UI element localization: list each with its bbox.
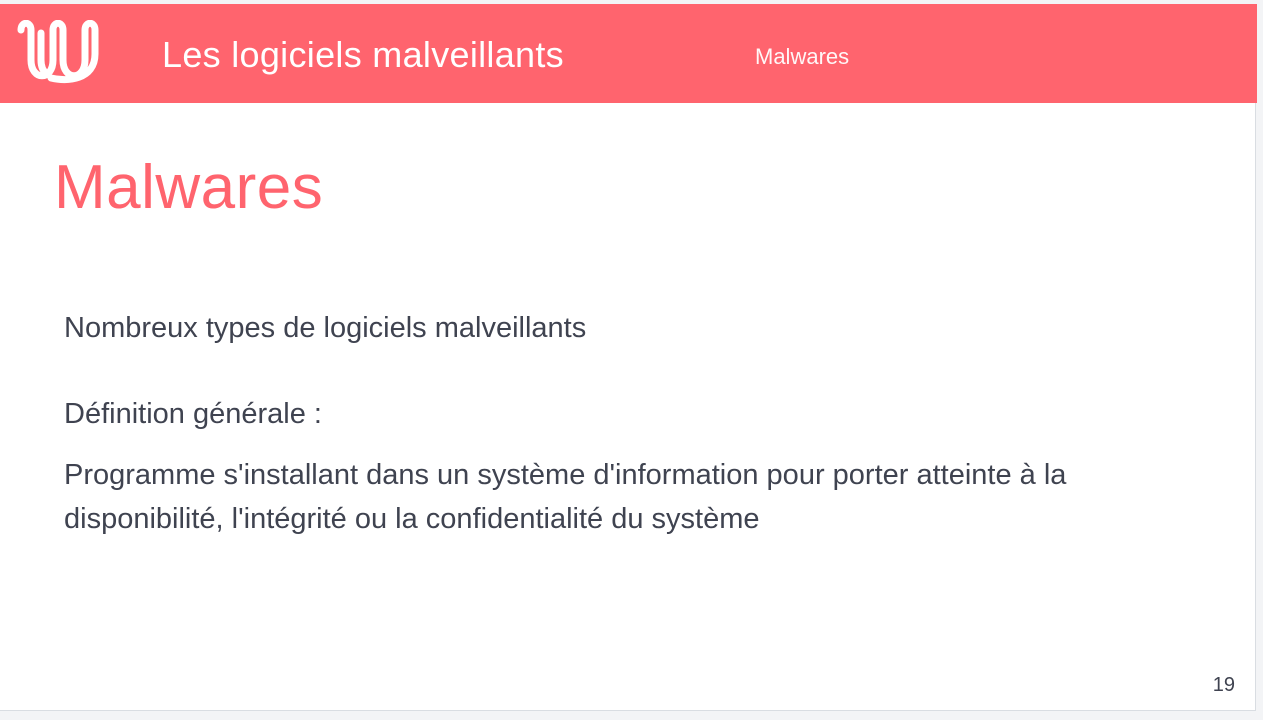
slide-header: Les logiciels malveillants Malwares [0,4,1257,103]
wave-logo-icon [17,20,99,84]
definition-heading: Définition générale : [64,398,322,430]
slide-content: Nombreux types de logiciels malveillants… [64,306,1224,541]
page-number: 19 [1212,674,1235,696]
section-title: Malwares [755,44,850,69]
slide-title: Malwares [54,153,324,222]
definition-paragraph: Programme s'installant dans un système d… [64,459,1067,535]
presentation-title: Les logiciels malveillants [162,34,564,75]
slide: Les logiciels malveillants Malwares Malw… [0,4,1257,711]
content-paragraph: Nombreux types de logiciels malveillants [64,312,587,344]
